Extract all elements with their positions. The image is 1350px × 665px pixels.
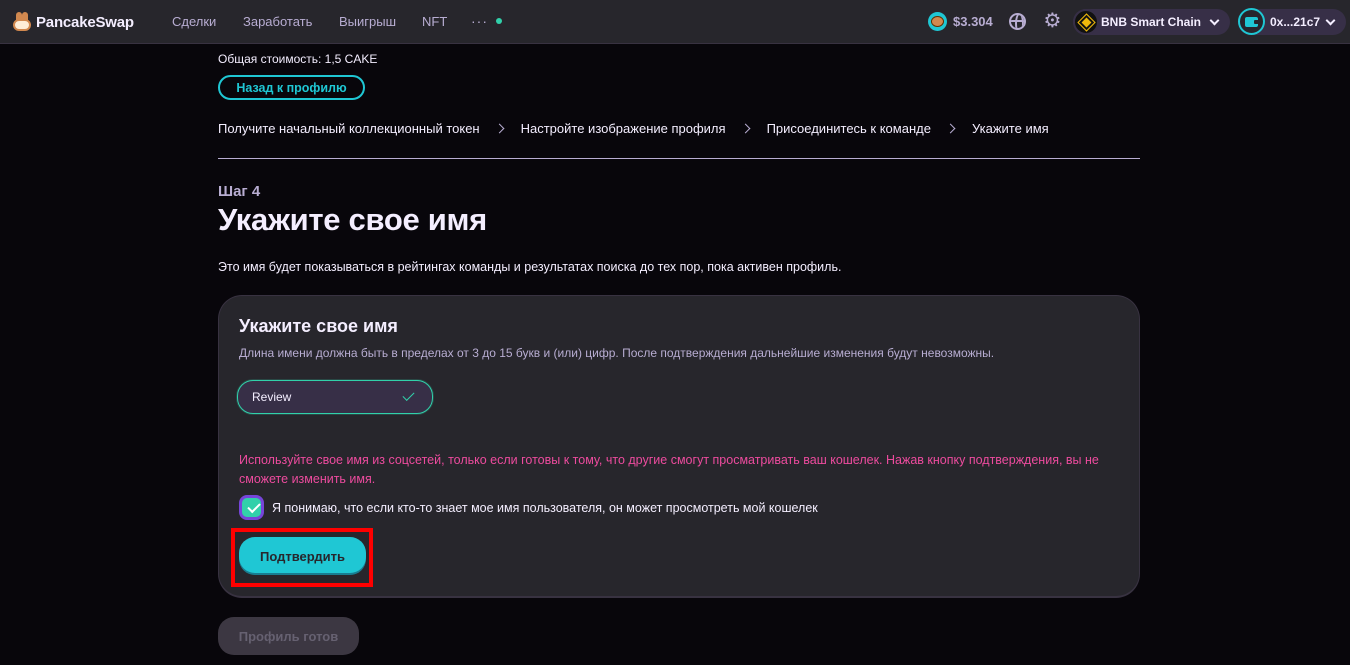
chevron-right-icon [740,123,751,134]
nav-link-trade[interactable]: Сделки [172,14,216,29]
bnb-chain-icon [1073,9,1099,35]
username-input[interactable] [252,390,392,404]
privacy-warning: Используйте свое имя из соцсетей, только… [239,453,1099,486]
nav-link-win[interactable]: Выигрыш [339,14,396,29]
confirm-highlight-box: Подтвердить [231,528,373,587]
breadcrumb: Получите начальный коллекционный токен Н… [218,121,1049,136]
top-nav: PancakeSwap Сделки Заработать Выигрыш NF… [0,0,1350,44]
card-title: Укажите свое имя [239,316,398,336]
breadcrumb-step-2[interactable]: Настройте изображение профиля [521,121,726,136]
breadcrumb-divider [218,158,1140,159]
cake-price[interactable]: $3.304 [928,12,993,31]
page-description: Это имя будет показываться в рейтингах к… [218,260,842,274]
breadcrumb-step-4: Укажите имя [971,121,1049,136]
acknowledge-label: Я понимаю, что если кто-то знает мое имя… [272,500,818,515]
wallet-address: 0x...21c7 [1270,15,1321,29]
acknowledge-checkbox[interactable] [239,495,264,520]
language-globe-icon[interactable] [1009,13,1026,30]
chevron-down-icon [1209,15,1220,26]
username-field[interactable] [237,380,433,414]
set-name-card: Укажите свое имя Длина имени должна быть… [218,295,1140,598]
step-label: Шаг 4 [218,183,261,200]
profile-ready-button: Профиль готов [218,617,359,655]
nav-link-earn[interactable]: Заработать [243,14,312,29]
network-name: BNB Smart Chain [1101,15,1202,29]
pancakeswap-bunny-icon [12,12,32,32]
brand-logo[interactable]: PancakeSwap [12,12,134,32]
acknowledge-row[interactable]: Я понимаю, что если кто-то знает мое имя… [239,495,818,520]
brand-name: PancakeSwap [36,13,134,31]
wallet-menu[interactable]: 0x...21c7 [1238,8,1346,35]
chevron-right-icon [945,123,956,134]
settings-gear-icon[interactable]: ⚙ [1043,11,1062,31]
confirm-button[interactable]: Подтвердить [239,537,366,575]
valid-check-icon [402,388,415,402]
back-to-profile-button[interactable]: Назад к профилю [218,75,365,100]
card-hint: Длина имени должна быть в пределах от 3 … [239,346,995,360]
cake-token-icon [928,12,947,31]
breadcrumb-step-1[interactable]: Получите начальный коллекционный токен [218,121,480,136]
breadcrumb-step-3[interactable]: Присоединитесь к команде [767,121,931,136]
page-title: Укажите свое имя [218,202,487,237]
more-menu-icon[interactable]: ··· [471,13,488,29]
chevron-down-icon [1325,15,1336,26]
wallet-icon [1238,8,1265,35]
nav-link-nft[interactable]: NFT [422,14,447,29]
notification-dot [496,18,502,24]
chevron-right-icon [494,123,505,134]
total-cost: Общая стоимость: 1,5 CAKE [218,52,378,66]
cake-price-value: $3.304 [953,14,993,29]
network-selector[interactable]: BNB Smart Chain [1073,9,1230,35]
